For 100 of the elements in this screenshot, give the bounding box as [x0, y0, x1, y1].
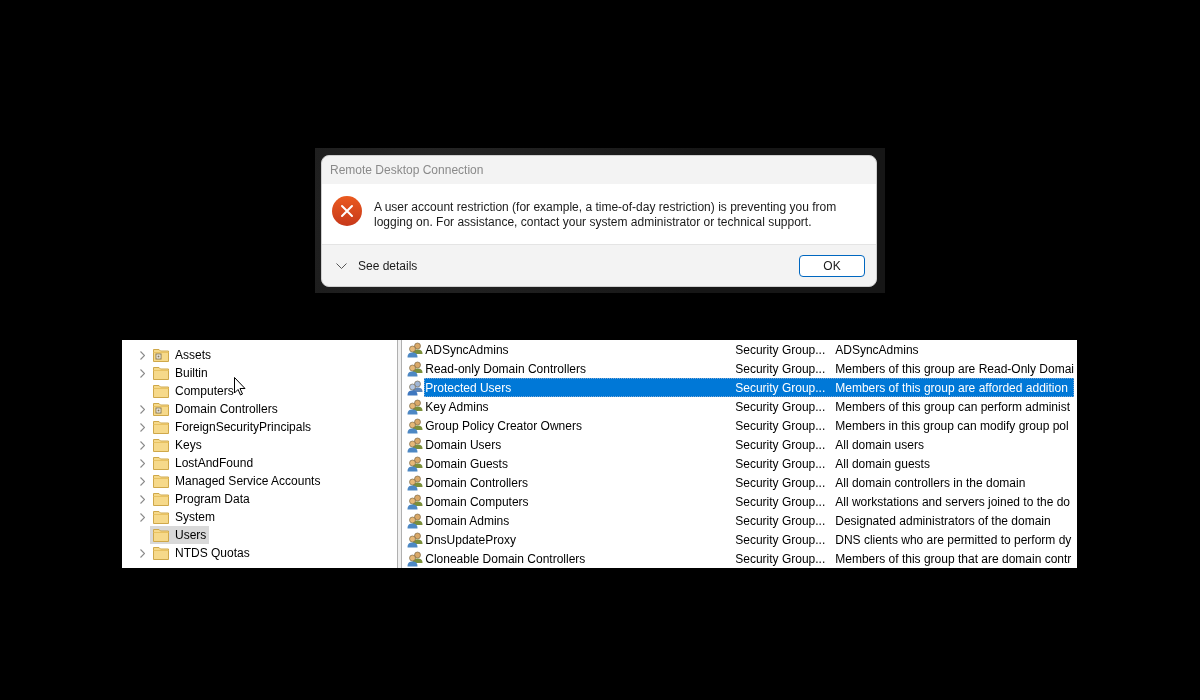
users-icon [407, 436, 424, 453]
error-message: A user account restriction (for example, a time-of-day restriction) is preventing you from logging on. For assistance, contact your system administrator or technical support. [374, 200, 838, 230]
group-type: Security Group... [734, 380, 827, 395]
list-row[interactable]: ADSyncAdmins Security Group... ADSyncAdmins [424, 340, 1074, 359]
folder-icon [153, 384, 169, 398]
tree-item[interactable]: System [150, 508, 218, 526]
error-icon [332, 196, 362, 226]
group-name: ADSyncAdmins [424, 342, 510, 357]
group-description: ADSyncAdmins [834, 342, 920, 357]
users-icon [407, 398, 424, 415]
tree-item[interactable]: Assets [150, 346, 214, 364]
folder-icon [153, 366, 169, 380]
chevron-right-icon[interactable] [139, 440, 145, 450]
window-title: Remote Desktop Connection [330, 163, 484, 177]
chevron-right-icon[interactable] [139, 422, 145, 432]
users-icon [407, 341, 424, 358]
group-type: Security Group... [734, 551, 827, 566]
chevron-down-icon [336, 262, 347, 269]
chevron-right-icon[interactable] [139, 548, 145, 558]
chevron-right-icon[interactable] [139, 476, 145, 486]
tree-item[interactable]: LostAndFound [150, 454, 257, 472]
group-name: Read-only Domain Controllers [424, 361, 587, 376]
group-type: Security Group... [734, 399, 827, 414]
list-row[interactable]: Domain Controllers Security Group... All domain controllers in the domain [424, 473, 1074, 492]
tree-item[interactable]: Computers [150, 382, 237, 400]
chevron-right-icon[interactable] [139, 512, 145, 522]
group-description: All domain users [834, 437, 925, 452]
group-type: Security Group... [734, 532, 827, 547]
group-name: Cloneable Domain Controllers [424, 551, 587, 566]
folder-icon [153, 510, 169, 524]
group-type: Security Group... [734, 437, 827, 452]
folder-icon [153, 474, 169, 488]
list-row[interactable]: Domain Guests Security Group... All domain guests [424, 454, 1074, 473]
list-row[interactable]: Read-only Domain Controllers Security Group... Members of this group are Read-Only Domai [424, 359, 1074, 378]
group-name: Domain Guests [424, 456, 509, 471]
users-icon [407, 379, 424, 396]
group-description: Designated administrators of the domain [834, 513, 1052, 528]
group-name: Domain Users [424, 437, 503, 452]
group-type: Security Group... [734, 418, 827, 433]
group-type: Security Group... [734, 494, 827, 509]
users-icon [407, 512, 424, 529]
group-name: Key Admins [424, 399, 490, 414]
folder-card-icon [153, 402, 169, 416]
list-row[interactable]: Cloneable Domain Controllers Security Group... Members of this group that are domain contr [424, 549, 1074, 568]
tree-item[interactable]: Builtin [150, 364, 211, 382]
group-description: Members of this group are afforded addition [834, 380, 1069, 395]
list-row[interactable]: Domain Computers Security Group... All workstations and servers joined to the do [424, 492, 1074, 511]
group-name: Group Policy Creator Owners [424, 418, 583, 433]
group-description: Members of this group can perform administ [834, 399, 1071, 414]
group-description: All domain guests [834, 456, 931, 471]
folder-icon [153, 456, 169, 470]
chevron-right-icon[interactable] [139, 350, 145, 360]
group-name: Domain Admins [424, 513, 511, 528]
folder-icon [153, 420, 169, 434]
chevron-right-icon[interactable] [139, 404, 145, 414]
users-icon [407, 417, 424, 434]
chevron-right-icon[interactable] [139, 494, 145, 504]
group-description: Members in this group can modify group pol [834, 418, 1070, 433]
group-type: Security Group... [734, 342, 827, 357]
details-toggle[interactable]: See details [334, 258, 420, 273]
users-icon [407, 531, 424, 548]
tree-item[interactable]: Program Data [150, 490, 253, 508]
tree-item[interactable]: NTDS Quotas [150, 544, 253, 562]
list-row[interactable]: Domain Admins Security Group... Designated administrators of the domain [424, 511, 1074, 530]
group-type: Security Group... [734, 475, 827, 490]
folder-icon [153, 546, 169, 560]
list-row[interactable]: Key Admins Security Group... Members of this group can perform administ [424, 397, 1074, 416]
group-name: Domain Computers [424, 494, 530, 509]
chevron-right-icon[interactable] [139, 458, 145, 468]
tree-item[interactable]: ForeignSecurityPrincipals [150, 418, 315, 436]
group-type: Security Group... [734, 456, 827, 471]
group-description: DNS clients who are permitted to perform dy [834, 532, 1073, 547]
group-name: DnsUpdateProxy [424, 532, 517, 547]
group-name: Domain Controllers [424, 475, 529, 490]
users-icon [407, 455, 424, 472]
group-description: Members of this group that are domain contr [834, 551, 1073, 566]
tree-item[interactable]: Users [150, 526, 210, 544]
users-icon [407, 550, 424, 567]
group-type: Security Group... [734, 513, 827, 528]
chevron-right-icon[interactable] [139, 368, 145, 378]
list-row[interactable]: DnsUpdateProxy Security Group... DNS clients who are permitted to perform dy [424, 530, 1074, 549]
users-icon [407, 360, 424, 377]
tree-item[interactable]: Managed Service Accounts [150, 472, 324, 490]
folder-icon [153, 492, 169, 506]
group-name: Protected Users [424, 380, 513, 395]
folder-card-icon [153, 348, 169, 362]
list-row[interactable]: Domain Users Security Group... All domain users [424, 435, 1074, 454]
list-row[interactable]: Protected Users Security Group... Members of this group are afforded addition [424, 378, 1074, 397]
users-icon [407, 474, 424, 491]
ok-button[interactable]: OK [799, 254, 865, 277]
list-row[interactable]: Group Policy Creator Owners Security Group... Members in this group can modify group pol [424, 416, 1074, 435]
group-description: All workstations and servers joined to the do [834, 494, 1072, 509]
cursor-icon [234, 377, 246, 396]
tree-item[interactable]: Keys [150, 436, 205, 454]
group-description: All domain controllers in the domain [834, 475, 1027, 490]
group-type: Security Group... [734, 361, 827, 376]
folder-icon [153, 438, 169, 452]
folder-icon [153, 528, 169, 542]
tree-item[interactable]: Domain Controllers [150, 400, 281, 418]
group-description: Members of this group are Read-Only Domai [834, 361, 1074, 376]
